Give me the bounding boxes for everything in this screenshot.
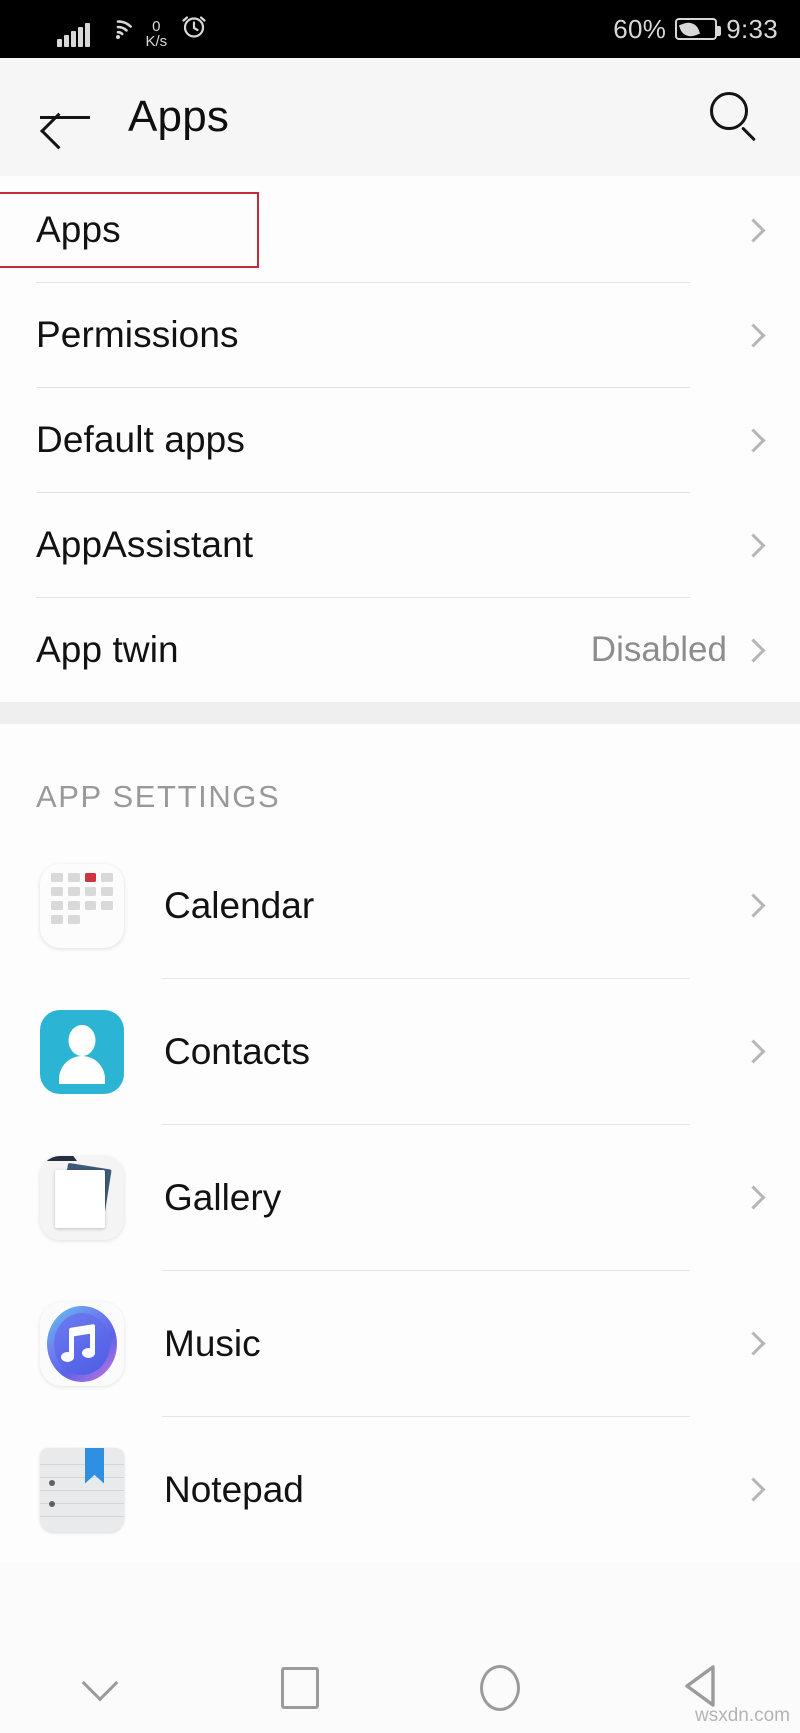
chevron-right-icon — [741, 322, 766, 348]
status-bar: 0 K/s 60% 9:33 — [0, 0, 800, 58]
settings-row-label: Default apps — [36, 419, 245, 460]
app-settings-list: Calendar Contacts Gallery Music Notepad — [0, 833, 800, 1562]
home-button[interactable] — [400, 1643, 600, 1733]
settings-row-app-twin[interactable]: App twin Disabled — [0, 598, 800, 702]
circle-icon — [480, 1665, 520, 1711]
search-icon[interactable] — [708, 90, 762, 144]
chevron-right-icon — [741, 427, 766, 453]
gallery-icon — [40, 1155, 124, 1240]
phone-screen: 0 K/s 60% 9:33 Apps Apps Permissions Def… — [0, 0, 800, 1733]
chevron-right-icon — [741, 217, 766, 243]
settings-row-label: App twin — [36, 629, 179, 670]
watermark: wsxdn.com — [694, 1705, 790, 1726]
chevron-down-icon — [81, 1664, 119, 1702]
app-name: Notepad — [164, 1468, 304, 1510]
network-speed-value: 0 — [152, 17, 161, 35]
chevron-right-icon — [741, 1185, 766, 1210]
hide-navbar-button[interactable] — [0, 1643, 200, 1733]
square-icon — [281, 1667, 319, 1709]
status-bar-clock: 9:33 — [726, 13, 778, 44]
chevron-right-icon — [741, 1477, 766, 1502]
chevron-right-icon — [741, 1039, 766, 1064]
navigation-bar: wsxdn.com — [0, 1643, 800, 1733]
app-row-gallery[interactable]: Gallery — [0, 1125, 800, 1270]
settings-row-default-apps[interactable]: Default apps — [0, 388, 800, 492]
signal-bars-icon — [57, 22, 90, 47]
battery-saver-icon — [675, 18, 722, 40]
settings-row-appassistant[interactable]: AppAssistant — [0, 493, 800, 597]
settings-row-label: AppAssistant — [36, 524, 254, 565]
app-name: Music — [164, 1322, 261, 1364]
settings-row-label: Permissions — [36, 314, 239, 355]
settings-row-permissions[interactable]: Permissions — [0, 283, 800, 387]
app-name: Contacts — [164, 1030, 311, 1072]
wifi-icon — [103, 16, 133, 47]
status-bar-right: 60% 9:33 — [613, 14, 778, 45]
network-speed-unit: K/s — [145, 32, 168, 50]
chevron-right-icon — [741, 1331, 766, 1356]
battery-percent: 60% — [613, 13, 667, 44]
notepad-icon — [40, 1447, 124, 1532]
app-bar: Apps — [0, 58, 800, 176]
settings-row-label: Apps — [36, 209, 121, 250]
settings-row-apps[interactable]: Apps — [0, 178, 800, 282]
app-name: Calendar — [164, 884, 315, 926]
app-row-music[interactable]: Music — [0, 1271, 800, 1416]
alarm-clock-icon — [180, 12, 208, 47]
settings-list: Apps Permissions Default apps AppAssista… — [0, 176, 800, 702]
back-arrow-icon[interactable] — [38, 97, 92, 137]
status-bar-left: 0 K/s — [22, 12, 208, 49]
settings-row-value: Disabled — [590, 630, 727, 669]
recents-button[interactable] — [200, 1643, 400, 1733]
app-row-calendar[interactable]: Calendar — [0, 833, 800, 978]
chevron-right-icon — [741, 893, 766, 918]
app-row-notepad[interactable]: Notepad — [0, 1417, 800, 1562]
chevron-right-icon — [741, 637, 766, 663]
contacts-icon — [40, 1009, 124, 1094]
music-icon — [40, 1301, 124, 1386]
app-name: Gallery — [164, 1176, 282, 1218]
section-separator — [0, 702, 800, 724]
calendar-icon — [40, 863, 124, 948]
page-title: Apps — [128, 92, 230, 141]
chevron-right-icon — [741, 532, 766, 558]
section-header-app-settings: APP SETTINGS — [0, 724, 800, 833]
app-row-contacts[interactable]: Contacts — [0, 979, 800, 1124]
network-speed-indicator: 0 K/s — [146, 19, 168, 49]
